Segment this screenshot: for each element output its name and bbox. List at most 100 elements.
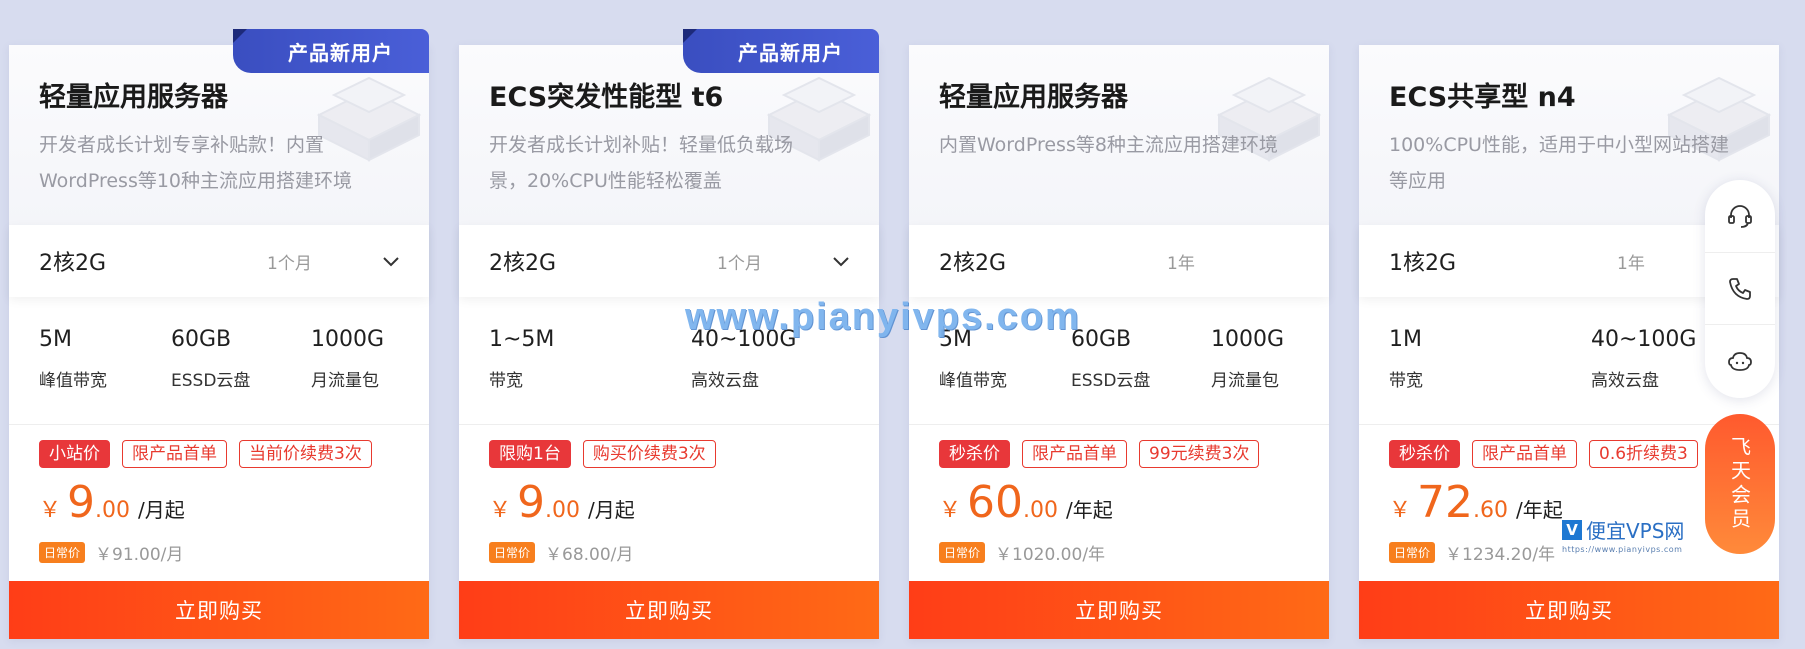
feature-value: 1000G: [311, 327, 385, 352]
promo-tag: 当前价续费3次: [239, 440, 372, 468]
product-description: 100%CPU性能，适用于中小型网站搭建等应用: [1389, 134, 1729, 192]
promo-tags: 秒杀价 限产品首单 99元续费3次: [939, 440, 1260, 468]
feature-value: 5M: [39, 327, 72, 352]
product-title: 轻量应用服务器: [939, 82, 1128, 113]
product-card: 产品新用户 轻量应用服务器 开发者成长计划专享补贴款！内置WordPress等1…: [9, 29, 429, 639]
feature-item: 1000G 月流量包: [311, 327, 384, 391]
chevron-down-icon[interactable]: [381, 251, 401, 271]
chevron-down-icon[interactable]: [831, 251, 851, 271]
price-integer: 60: [967, 477, 1024, 528]
chat-bot-icon: [1728, 351, 1752, 371]
feature-item: 60GB ESSD云盘: [171, 327, 250, 391]
promo-tag: 99元续费3次: [1139, 440, 1260, 468]
regular-price-badge: 日常价: [39, 542, 86, 563]
spec-period: 1年: [1167, 253, 1195, 274]
price-integer: 9: [517, 477, 546, 528]
product-title: 轻量应用服务器: [39, 82, 228, 113]
logo-url: https://www.pianyivps.com: [1562, 545, 1683, 554]
promo-tag: 限产品首单: [122, 440, 227, 468]
feature-item: 5M 峰值带宽: [39, 327, 107, 391]
side-toolbar: [1705, 180, 1775, 398]
regular-price: 日常价 ￥1234.20/年: [1389, 540, 1555, 565]
price-decimal: .00: [545, 498, 581, 523]
spec-selector[interactable]: 2核2G 1个月: [459, 225, 879, 297]
price-unit: /月起: [588, 498, 635, 522]
phone-icon: [1729, 277, 1751, 300]
feature-label: 峰值带宽: [939, 371, 1007, 391]
regular-price: 日常价 ￥91.00/月: [39, 540, 183, 565]
buy-now-button[interactable]: 立即购买: [909, 581, 1329, 639]
spec-selector[interactable]: 2核2G 1年: [909, 225, 1329, 297]
site-watermark: www.pianyivps.com: [685, 296, 1081, 338]
feature-label: ESSD云盘: [1071, 371, 1151, 391]
price-unit: /年起: [1516, 498, 1563, 522]
regular-price-badge: 日常价: [1389, 542, 1436, 563]
promo-tags: 秒杀价 限产品首单 0.6折续费3: [1389, 440, 1698, 468]
price-decimal: .60: [1473, 498, 1509, 523]
spec-period: 1年: [1617, 253, 1645, 274]
price-integer: 72: [1417, 477, 1474, 528]
currency-symbol: ￥: [1389, 498, 1412, 523]
spec-config: 1核2G: [1389, 251, 1457, 276]
spec-selector[interactable]: 2核2G 1个月: [9, 225, 429, 297]
price-decimal: .00: [95, 498, 131, 523]
chat-bot-button[interactable]: [1705, 324, 1775, 396]
spec-config: 2核2G: [939, 251, 1007, 276]
customer-service-button[interactable]: [1705, 180, 1775, 252]
promo-tags: 限购1台 购买价续费3次: [489, 440, 716, 468]
feature-item: 1~5M 带宽: [489, 327, 554, 391]
price-unit: /年起: [1066, 498, 1113, 522]
regular-price: 日常价 ￥68.00/月: [489, 540, 633, 565]
regular-price-badge: 日常价: [939, 542, 986, 563]
buy-now-button[interactable]: 立即购买: [9, 581, 429, 639]
feature-value: 1000G: [1211, 327, 1285, 352]
currency-symbol: ￥: [489, 498, 512, 523]
regular-price-value: ￥1020.00/年: [995, 545, 1106, 565]
price: ￥ 9 .00 /月起: [39, 477, 185, 528]
spec-period: 1个月: [267, 253, 312, 274]
regular-price-badge: 日常价: [489, 542, 536, 563]
feature-item: 40~100G 高效云盘: [1591, 327, 1696, 391]
product-title: ECS共享型 n4: [1389, 82, 1576, 113]
spec-period: 1个月: [717, 253, 762, 274]
promo-tags: 小站价 限产品首单 当前价续费3次: [39, 440, 372, 468]
feature-label: 月流量包: [311, 371, 379, 391]
feature-value: 1~5M: [489, 327, 555, 352]
buy-now-button[interactable]: 立即购买: [459, 581, 879, 639]
price: ￥ 9 .00 /月起: [489, 477, 635, 528]
feature-list: 5M 峰值带宽 60GB ESSD云盘 1000G 月流量包: [9, 313, 429, 425]
feature-label: 高效云盘: [691, 371, 759, 391]
product-description: 开发者成长计划专享补贴款！内置WordPress等10种主流应用搭建环境: [39, 134, 353, 192]
feature-label: 月流量包: [1211, 371, 1279, 391]
spec-config: 2核2G: [39, 251, 107, 276]
feature-label: 带宽: [1389, 371, 1423, 391]
phone-contact-button[interactable]: [1705, 252, 1775, 324]
price-integer: 9: [67, 477, 96, 528]
regular-price: 日常价 ￥1020.00/年: [939, 540, 1105, 565]
price: ￥ 72 .60 /年起: [1389, 477, 1563, 528]
feature-label: 高效云盘: [1591, 371, 1659, 391]
currency-symbol: ￥: [39, 498, 62, 523]
new-user-badge: 产品新用户: [233, 29, 429, 73]
promo-tag: 秒杀价: [1389, 440, 1460, 468]
product-card: 轻量应用服务器 内置WordPress等8种主流应用搭建环境 2核2G 1年 5…: [909, 45, 1329, 639]
logo-mark: V: [1562, 519, 1582, 540]
feature-item: 60GB ESSD云盘: [1071, 327, 1150, 391]
feature-label: ESSD云盘: [171, 371, 251, 391]
feature-item: 1000G 月流量包: [1211, 327, 1284, 391]
promo-tag: 限购1台: [489, 440, 571, 468]
new-user-badge: 产品新用户: [683, 29, 879, 73]
promo-tag: 限产品首单: [1472, 440, 1577, 468]
regular-price-value: ￥68.00/月: [545, 545, 634, 565]
product-card: 产品新用户 ECS突发性能型 t6 开发者成长计划补贴！轻量低负载场景，20%C…: [459, 29, 879, 639]
promo-tag: 秒杀价: [939, 440, 1010, 468]
feature-item: 1M 带宽: [1389, 327, 1423, 391]
regular-price-value: ￥91.00/月: [95, 545, 184, 565]
feature-label: 峰值带宽: [39, 371, 107, 391]
product-description: 开发者成长计划补贴！轻量低负载场景，20%CPU性能轻松覆盖: [489, 134, 794, 192]
vip-member-button[interactable]: 飞天会员: [1705, 414, 1775, 554]
logo-name: 便宜VPS网: [1586, 519, 1685, 543]
buy-now-button[interactable]: 立即购买: [1359, 581, 1779, 639]
feature-label: 带宽: [489, 371, 523, 391]
promo-tag: 限产品首单: [1022, 440, 1127, 468]
